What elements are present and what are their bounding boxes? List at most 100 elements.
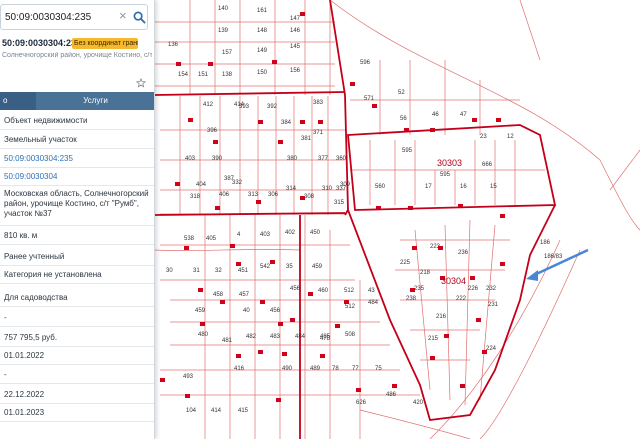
parcel-number-label: 318 bbox=[190, 194, 201, 200]
parcel-number-label: 383 bbox=[313, 100, 324, 106]
parcel-number-label: 459 bbox=[195, 308, 206, 314]
parcel-number-label: 512 bbox=[344, 288, 355, 294]
tab-services[interactable]: Услуги bbox=[36, 92, 154, 110]
parcel-number-label: 43 bbox=[368, 288, 375, 294]
parcel-number-label: 381 bbox=[301, 136, 312, 142]
parcel-number-label: 460 bbox=[318, 288, 329, 294]
star-icon[interactable] bbox=[136, 78, 146, 88]
parcel-number-label: 140 bbox=[218, 6, 229, 12]
building-square bbox=[350, 82, 355, 86]
parcel-number-label: 508 bbox=[345, 332, 356, 338]
parcel-number-label: 560 bbox=[375, 184, 386, 190]
parcel-number-label: 231 bbox=[488, 302, 499, 308]
parcel-number-label: 412 bbox=[203, 102, 214, 108]
usage-value: Для садоводства bbox=[4, 293, 68, 302]
divider bbox=[0, 225, 154, 226]
divider bbox=[0, 185, 154, 186]
parcel-number-label: 666 bbox=[482, 162, 493, 168]
parcel-number-label: 147 bbox=[290, 16, 301, 22]
building-square bbox=[500, 262, 505, 266]
parcel-number-label: 139 bbox=[218, 28, 229, 34]
search-input[interactable] bbox=[5, 9, 117, 25]
building-square bbox=[185, 394, 190, 398]
building-square bbox=[412, 246, 417, 250]
parcel-number-label: 238 bbox=[406, 296, 417, 302]
parcel-number-label: 23 bbox=[480, 134, 487, 140]
search-box: × bbox=[0, 4, 148, 30]
building-square bbox=[500, 214, 505, 218]
parcel-number-label: 458 bbox=[213, 292, 224, 298]
parcel-number-label: 490 bbox=[282, 366, 293, 372]
parcel-number-label: 415 bbox=[238, 408, 249, 414]
parcel-number-label: 12 bbox=[507, 134, 514, 140]
building-square bbox=[188, 118, 193, 122]
parcel-number-label: 392 bbox=[267, 104, 278, 110]
close-icon[interactable]: × bbox=[119, 9, 129, 23]
parcel-number-label: 226 bbox=[468, 286, 479, 292]
parcel-number-label: 308 bbox=[304, 194, 315, 200]
parcel-number-label: 456 bbox=[270, 308, 281, 314]
parcel-number-label: 403 bbox=[260, 232, 271, 238]
parcel-number-label: 596 bbox=[360, 60, 371, 66]
parcel-number-label: 450 bbox=[310, 230, 321, 236]
parcel-number-label: 236 bbox=[458, 250, 469, 256]
parcel-number-label: 310 bbox=[322, 186, 333, 192]
empty-value: - bbox=[4, 313, 7, 322]
parcel-number-label: 360 bbox=[336, 156, 347, 162]
parcel-number-label: 56 bbox=[400, 116, 407, 122]
parcel-number-label: 595 bbox=[440, 172, 451, 178]
info-panel: × 50:09:0030304:235 Без координат границ… bbox=[0, 0, 155, 439]
object-type-label: Объект недвижимости bbox=[4, 116, 88, 125]
parcel-number-label: 626 bbox=[356, 400, 367, 406]
building-square bbox=[372, 104, 377, 108]
parcel-number-label: 235 bbox=[414, 286, 425, 292]
parcel-number-label: 40 bbox=[243, 308, 250, 314]
parcel-number-label: 483 bbox=[270, 334, 281, 340]
parcel-number-label: 32 bbox=[215, 268, 222, 274]
update-date-value: 01.01.2023 bbox=[4, 408, 45, 417]
tab-info[interactable]: о bbox=[0, 92, 36, 110]
address-value: Московская область, Солнечногорский райо… bbox=[4, 189, 149, 218]
cost-date-value: 01.01.2022 bbox=[4, 351, 45, 360]
parcel-number-label: 595 bbox=[402, 148, 413, 154]
status-badge: Без координат границ bbox=[72, 38, 138, 49]
parcel-number-label: 371 bbox=[313, 130, 324, 136]
building-square bbox=[160, 378, 165, 382]
divider bbox=[0, 129, 154, 130]
divider bbox=[0, 346, 154, 347]
parcel-number-label: 456 bbox=[290, 286, 301, 292]
search-icon[interactable] bbox=[133, 11, 146, 24]
building-square bbox=[258, 120, 263, 124]
parcel-number-label: 218 bbox=[420, 270, 431, 276]
building-square bbox=[300, 12, 305, 16]
parcel-number-label: 482 bbox=[246, 334, 257, 340]
parcel-number-label: 512 bbox=[345, 304, 356, 310]
cadastral-quarter-link[interactable]: 50:09:0030304 bbox=[4, 172, 154, 181]
building-square bbox=[270, 260, 275, 264]
category-value: Категория не установлена bbox=[4, 270, 102, 279]
parcel-number-label: 52 bbox=[398, 90, 405, 96]
parcel-number-label: 493 bbox=[183, 374, 194, 380]
parcel-number-label: 414 bbox=[211, 408, 222, 414]
building-square bbox=[282, 352, 287, 356]
building-square bbox=[496, 118, 501, 122]
parcel-number-label: 145 bbox=[290, 44, 301, 50]
quarter-label-30304: 30304 bbox=[441, 276, 466, 286]
registration-date-value: 22.12.2022 bbox=[4, 390, 45, 399]
building-square bbox=[230, 244, 235, 248]
building-square bbox=[272, 60, 277, 64]
parcel-number-label: 151 bbox=[198, 72, 209, 78]
parcel-number-label: 489 bbox=[310, 366, 321, 372]
building-square bbox=[278, 322, 283, 326]
building-square bbox=[256, 200, 261, 204]
cadastral-cost-value: 757 795,5 руб. bbox=[4, 333, 58, 342]
parcel-number-label: 459 bbox=[312, 264, 323, 270]
parcel-number-label: 571 bbox=[364, 96, 375, 102]
building-square bbox=[236, 354, 241, 358]
parcel-number-label: 225 bbox=[400, 260, 411, 266]
building-square bbox=[444, 334, 449, 338]
building-square bbox=[430, 356, 435, 360]
cadastral-number-link[interactable]: 50:09:0030304:235 bbox=[4, 154, 154, 163]
building-square bbox=[184, 246, 189, 250]
quarter-label-30303: 30303 bbox=[437, 158, 462, 168]
